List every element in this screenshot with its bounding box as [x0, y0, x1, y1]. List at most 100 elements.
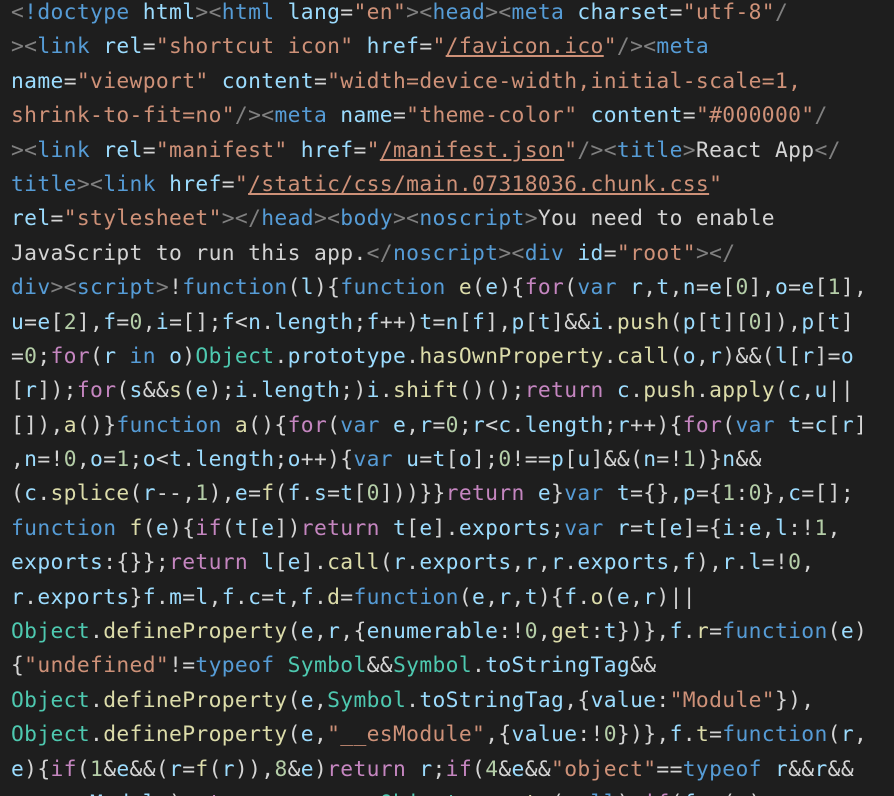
code-token: prototype: [287, 343, 407, 369]
code-token: &: [103, 756, 117, 782]
code-token: if: [445, 756, 473, 782]
code-token: u: [577, 447, 591, 473]
code-token: l: [300, 275, 314, 301]
code-token: (: [208, 756, 222, 782]
code-token: p: [682, 309, 696, 335]
code-token: n: [353, 791, 366, 796]
code-token: </: [366, 240, 393, 266]
code-token: .: [682, 619, 696, 645]
code-token: value: [590, 687, 657, 713]
code-token: (: [287, 722, 301, 748]
code-token: ,: [537, 619, 552, 645]
code-line: r.__esModule)return r;var n=Object.creat…: [11, 787, 867, 796]
code-token: r: [472, 412, 486, 438]
code-token: >: [76, 171, 91, 197]
code-token: u: [406, 447, 420, 473]
code-token: r: [498, 584, 512, 610]
code-token: f: [287, 481, 301, 507]
code-token: typeof: [195, 653, 275, 679]
code-token: e: [300, 756, 314, 782]
code-token: <: [63, 275, 77, 301]
code-token: 2: [63, 309, 77, 335]
code-token: ,: [695, 343, 710, 369]
code-line: Object.defineProperty(e,r,{enumerable:!0…: [11, 615, 867, 649]
code-token: defineProperty: [103, 687, 288, 713]
code-token: You need to enable: [537, 206, 775, 232]
code-token: }: [129, 584, 143, 610]
code-token: ,: [669, 275, 683, 301]
code-token: (: [379, 550, 393, 576]
code-token: ].: [432, 515, 459, 541]
code-token: a: [234, 412, 249, 438]
code-token: JavaScript to run this app.: [11, 240, 367, 266]
code-token: ]),: [761, 309, 802, 335]
code-token: <: [11, 0, 25, 25]
code-token: o: [169, 343, 183, 369]
code-token: "shortcut icon": [155, 34, 354, 60]
code-token: (: [142, 515, 156, 541]
code-token: s: [129, 378, 143, 404]
code-token: ],: [485, 309, 512, 335]
code-token: /: [774, 0, 789, 25]
code-token: [: [248, 515, 262, 541]
code-token: ,: [669, 550, 683, 576]
code-token: />: [616, 34, 644, 60]
code-token: s: [169, 378, 183, 404]
code-token: title: [616, 137, 683, 163]
code-token: ,{: [340, 619, 367, 645]
code-token: f: [221, 584, 235, 610]
code-token: return: [169, 550, 249, 576]
code-token: =: [182, 756, 196, 782]
code-token: ];: [472, 447, 499, 473]
code-token: .: [313, 584, 328, 610]
code-token: t: [234, 515, 249, 541]
code-token: (: [774, 378, 789, 404]
code-token: content: [221, 68, 314, 94]
code-token: ,: [643, 275, 657, 301]
code-token: m: [169, 584, 183, 610]
code-token: call: [616, 343, 670, 369]
code-token: s: [313, 481, 328, 507]
code-token: =: [603, 240, 617, 266]
code-token: c: [616, 378, 631, 404]
code-token: t: [537, 309, 552, 335]
code-token: lang: [287, 0, 341, 25]
code-token: ]&&: [551, 309, 591, 335]
code-token: ,: [827, 515, 841, 541]
code-token: r: [695, 619, 710, 645]
code-text-area[interactable]: <!doctype html><html lang="en"><head><me…: [11, 0, 867, 796]
code-token: var: [564, 481, 604, 507]
code-token: return: [524, 378, 604, 404]
code-token: ,: [801, 550, 815, 576]
code-token: ": [603, 34, 617, 60]
code-token: /manifest.json: [379, 137, 565, 163]
code-token: c: [498, 412, 512, 438]
code-editor[interactable]: <!doctype html><html lang="en"><head><me…: [0, 0, 894, 796]
code-token: href: [366, 34, 420, 60]
code-token: =: [50, 206, 64, 232]
code-token: =: [392, 103, 407, 129]
code-token: ": [234, 171, 249, 197]
code-token: =: [327, 481, 341, 507]
code-token: ;: [603, 412, 617, 438]
code-token: toStringTag: [485, 653, 631, 679]
code-token: >: [524, 206, 538, 232]
code-token: ),: [695, 550, 723, 576]
code-token: ],: [840, 275, 868, 301]
code-token: length: [274, 309, 354, 335]
code-token: >: [50, 275, 64, 301]
code-token: f: [300, 584, 314, 610]
code-token: ]: [840, 309, 854, 335]
code-token: .: [90, 722, 104, 748]
code-token: =: [419, 447, 433, 473]
code-token: =: [248, 481, 262, 507]
code-token: .: [406, 687, 420, 713]
code-token: n: [682, 275, 696, 301]
code-token: =: [221, 171, 235, 197]
code-token: link: [37, 34, 91, 60]
code-token: e: [472, 584, 486, 610]
code-token: ()();: [458, 378, 525, 404]
